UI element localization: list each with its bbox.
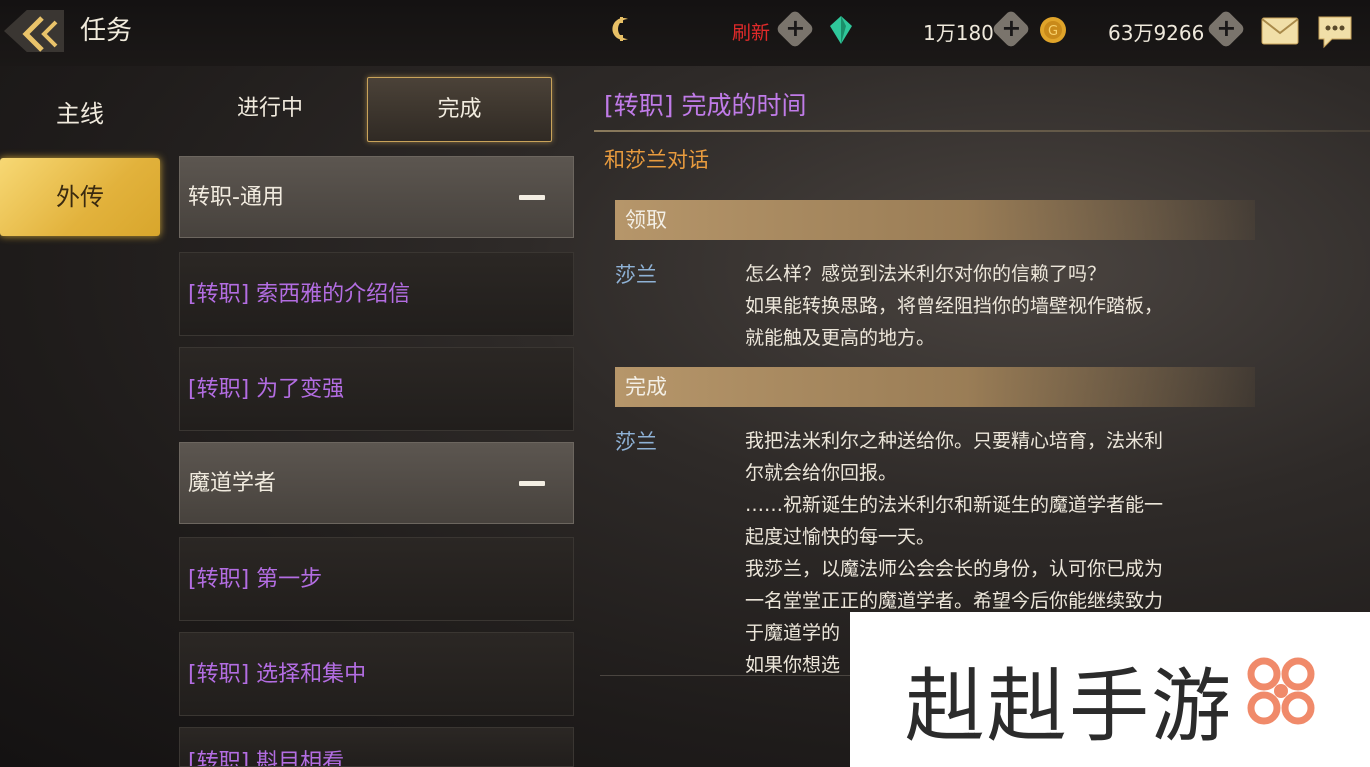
collapse-icon[interactable] bbox=[519, 195, 545, 200]
gold-coin-icon: G bbox=[1040, 17, 1066, 43]
dialogue-line: 起度过愉快的每一天。 bbox=[745, 526, 936, 548]
sidebar-item-main[interactable]: 主线 bbox=[0, 84, 160, 144]
refresh-label[interactable]: 刷新 bbox=[732, 18, 770, 45]
watermark-text: 赳赳手游 bbox=[905, 660, 1233, 753]
quest-group-header[interactable]: 转职-通用 bbox=[179, 156, 574, 238]
divider bbox=[594, 130, 1370, 132]
collapse-icon[interactable] bbox=[519, 481, 545, 486]
dialogue-line: 尔就会给你回报。 bbox=[745, 462, 898, 484]
back-button[interactable] bbox=[0, 4, 70, 56]
watermark: 赳赳手游 bbox=[850, 612, 1370, 767]
quest-item[interactable]: [转职] 选择和集中 bbox=[179, 632, 574, 716]
dialogue-line: 一名堂堂正正的魔道学者。希望今后你能继续致力 bbox=[745, 590, 1164, 612]
quest-group-label: 转职-通用 bbox=[188, 185, 284, 210]
quest-item-label: [转职] 为了变强 bbox=[188, 377, 345, 402]
quest-detail-title: [转职] 完成的时间 bbox=[604, 91, 807, 120]
speaker-name: 莎兰 bbox=[615, 263, 657, 287]
quest-group-label: 魔道学者 bbox=[188, 471, 277, 496]
dialogue-line: 我莎兰，以魔法师公会会长的身份，认可你已成为 bbox=[745, 558, 1164, 580]
page-title: 任务 bbox=[80, 16, 133, 46]
section-header-label: 领取 bbox=[625, 208, 667, 232]
section-header-complete: 完成 bbox=[615, 367, 1255, 407]
dialogue-line: 就能触及更高的地方。 bbox=[745, 327, 936, 349]
dialogue-line: 如果你想选 bbox=[745, 654, 841, 676]
quest-item[interactable]: [转职] 索西雅的介绍信 bbox=[179, 252, 574, 336]
chat-icon[interactable] bbox=[1316, 15, 1354, 49]
section-header-label: 完成 bbox=[625, 375, 667, 399]
dialogue-line: 怎么样？感觉到法米利尔对你的信赖了吗？ bbox=[745, 263, 1107, 285]
speaker-name: 莎兰 bbox=[615, 430, 657, 454]
quest-item[interactable]: [转职] 斟目相看 bbox=[179, 727, 574, 767]
quest-detail-subtitle: 和莎兰对话 bbox=[604, 148, 709, 172]
dialogue-line: ……祝新诞生的法米利尔和新诞生的魔道学者能一 bbox=[745, 494, 1164, 516]
dialogue-line: 于魔道学的 bbox=[745, 622, 841, 644]
gem-icon bbox=[830, 16, 852, 44]
quest-item[interactable]: [转职] 为了变强 bbox=[179, 347, 574, 431]
gold-amount: 63万9266 bbox=[1108, 21, 1205, 45]
tab-done[interactable]: 完成 bbox=[367, 77, 552, 142]
dialogue-line: 我把法米利尔之种送给你。只要精心培育，法米利 bbox=[745, 430, 1164, 452]
quest-item-label: [转职] 第一步 bbox=[188, 567, 323, 592]
quest-item-label: [转职] 斟目相看 bbox=[188, 750, 345, 767]
sidebar-item-side-story[interactable]: 外传 bbox=[0, 158, 160, 236]
quest-item-label: [转职] 索西雅的介绍信 bbox=[188, 282, 411, 307]
svg-text:G: G bbox=[1048, 24, 1058, 39]
back-arrow-icon bbox=[22, 16, 58, 52]
mail-icon[interactable] bbox=[1261, 17, 1299, 45]
section-header-accept: 领取 bbox=[615, 200, 1255, 240]
tab-in-progress[interactable]: 进行中 bbox=[190, 78, 350, 140]
crescent-icon[interactable] bbox=[608, 14, 638, 44]
quest-item-label: [转职] 选择和集中 bbox=[188, 662, 367, 687]
watermark-logo-icon bbox=[1247, 657, 1315, 725]
dialogue-line: 如果能转换思路，将曾经阻挡你的墙壁视作踏板， bbox=[745, 295, 1164, 317]
quest-group-header[interactable]: 魔道学者 bbox=[179, 442, 574, 524]
quest-item[interactable]: [转职] 第一步 bbox=[179, 537, 574, 621]
gems-amount: 1万180 bbox=[923, 21, 994, 45]
